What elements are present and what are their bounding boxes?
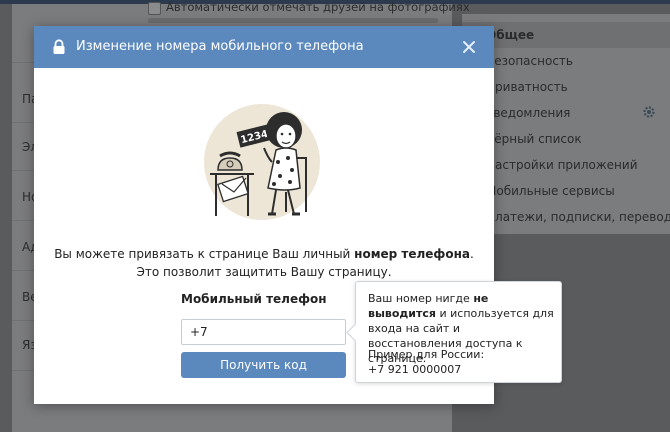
settings-row-label: Эл	[22, 140, 34, 154]
get-code-button[interactable]: Получить код	[181, 352, 346, 378]
auto-tag-checkbox[interactable]	[148, 2, 161, 15]
settings-row-label: Ве	[22, 290, 34, 304]
phone-hint-tooltip: Ваш номер нигде не выводится и используе…	[346, 281, 562, 383]
auto-tag-checkbox-label: Автоматически отмечать друзей на фотогра…	[166, 0, 470, 14]
modal-header: Изменение номера мобильного телефона	[34, 26, 494, 68]
tooltip-example: Пример для России: +7 921 0000007	[368, 347, 556, 377]
background-faded-text	[148, 18, 438, 23]
gear-icon[interactable]	[642, 105, 656, 119]
tooltip-example-number: +7 921 0000007	[368, 363, 462, 376]
phone-description-line2: Это позволит защитить Вашу страницу.	[136, 265, 392, 279]
tooltip-example-label: Пример для России:	[368, 348, 485, 361]
settings-row-label: Яз	[22, 338, 34, 352]
settings-row-label: Но	[22, 190, 34, 204]
phone-description: Вы можете привязать к странице Ваш личны…	[34, 245, 494, 281]
modal-title: Изменение номера мобильного телефона	[76, 39, 364, 54]
phone-field-label: Мобильный телефон	[181, 292, 327, 306]
settings-row-label: Ад	[22, 240, 34, 254]
close-icon[interactable]	[462, 40, 476, 54]
phone-lady-illustration: 1234	[204, 104, 320, 220]
settings-row-label: Па	[22, 92, 34, 106]
lock-icon	[53, 39, 65, 54]
phone-number-input[interactable]	[181, 319, 346, 345]
